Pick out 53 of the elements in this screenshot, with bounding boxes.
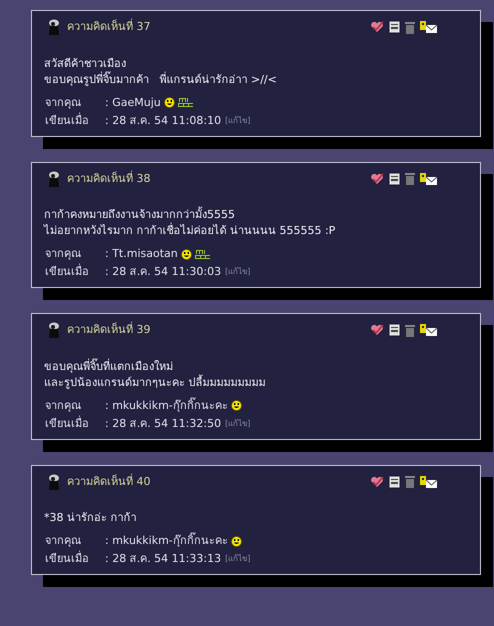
author-name[interactable]: : mkukkikm-กุ๊กกิ๊กนะคะ (105, 396, 228, 414)
author-name[interactable]: : GaeMuju (105, 94, 161, 112)
comment-text: ขอบคุณพี่จิ๊บที่แตกเมืองใหม่ (44, 358, 174, 374)
trash-icon[interactable] (405, 172, 415, 186)
heart-check-icon[interactable] (370, 172, 384, 185)
posted-time: : 28 ส.ค. 54 11:08:10 (105, 112, 222, 128)
document-icon[interactable] (389, 172, 400, 185)
comment-text: และรูปน้องแกรนด์มากๆนะคะ ปลื้มมมมมมมมม (44, 374, 266, 390)
private-message-icon[interactable] (420, 21, 438, 34)
posted-time: : 28 ส.ค. 54 11:30:03 (105, 264, 222, 280)
comment-title: ความคิดเห็นที่ 37 (67, 19, 150, 35)
edit-link[interactable]: [แก้ไข] (225, 112, 250, 130)
user-figure-icon (47, 19, 61, 36)
from-label: จากคุณ (44, 94, 82, 111)
from-label: จากคุณ (44, 533, 82, 549)
trash-icon[interactable] (405, 20, 415, 34)
blog-badge-icon[interactable] (178, 97, 194, 108)
private-message-icon[interactable] (420, 324, 438, 336)
trash-icon[interactable] (405, 324, 415, 337)
trash-icon[interactable] (405, 475, 415, 488)
comment-text: ขอบคุณรูปพี่จิ๊บมากค้า พี่แกรนด์น่ารักอ่าา >//< (44, 72, 278, 88)
from-label: จากคุณ (44, 246, 82, 262)
comment-text: สวัสดีค้าชาวเมือง (44, 56, 127, 71)
edit-link[interactable]: [แก้ไข] (225, 414, 250, 432)
comment-title: ความคิดเห็นที่ 38 (67, 170, 150, 186)
author-name[interactable]: : mkukkikm-กุ๊กกิ๊กนะคะ (105, 532, 228, 550)
document-icon[interactable] (389, 21, 400, 34)
posted-label: เขียนเมื่อ (44, 263, 90, 280)
user-figure-icon (47, 170, 61, 187)
user-figure-icon (47, 322, 61, 338)
heart-check-icon[interactable] (370, 21, 384, 34)
comment-text: กาก้าคงหมายถึงงานจ้างมากกว่ามั้ง5555 (44, 207, 236, 222)
comment-title: ความคิดเห็นที่ 39 (67, 322, 150, 338)
author-name[interactable]: : Tt.misaotan (105, 245, 178, 263)
posted-time: : 28 ส.ค. 54 11:32:50 (105, 416, 222, 432)
blog-badge-icon[interactable] (194, 248, 211, 260)
private-message-icon[interactable] (420, 476, 438, 488)
from-label: จากคุณ (44, 398, 82, 414)
document-icon[interactable] (389, 476, 400, 488)
comment-text: ไม่อยากหวังไรมาก กาก้าเชื่อไม่ค่อยได้ น่านนนน 555555 :P (44, 223, 336, 239)
user-figure-icon (47, 474, 61, 490)
comment-text: *38 น่ารักอ่ะ กาก้า (44, 510, 138, 526)
heart-check-icon[interactable] (370, 476, 384, 488)
posted-label: เขียนเมื่อ (44, 414, 90, 432)
private-message-icon[interactable] (420, 172, 438, 185)
posted-label: เขียนเมื่อ (44, 112, 90, 128)
edit-link[interactable]: [แก้ไข] (225, 550, 250, 568)
comment-title: ความคิดเห็นที่ 40 (67, 474, 150, 490)
posted-time: : 28 ส.ค. 54 11:33:13 (105, 551, 222, 567)
heart-check-icon[interactable] (370, 324, 384, 336)
posted-label: เขียนเมื่อ (44, 550, 90, 567)
document-icon[interactable] (389, 324, 400, 336)
edit-link[interactable]: [แก้ไข] (225, 263, 250, 281)
